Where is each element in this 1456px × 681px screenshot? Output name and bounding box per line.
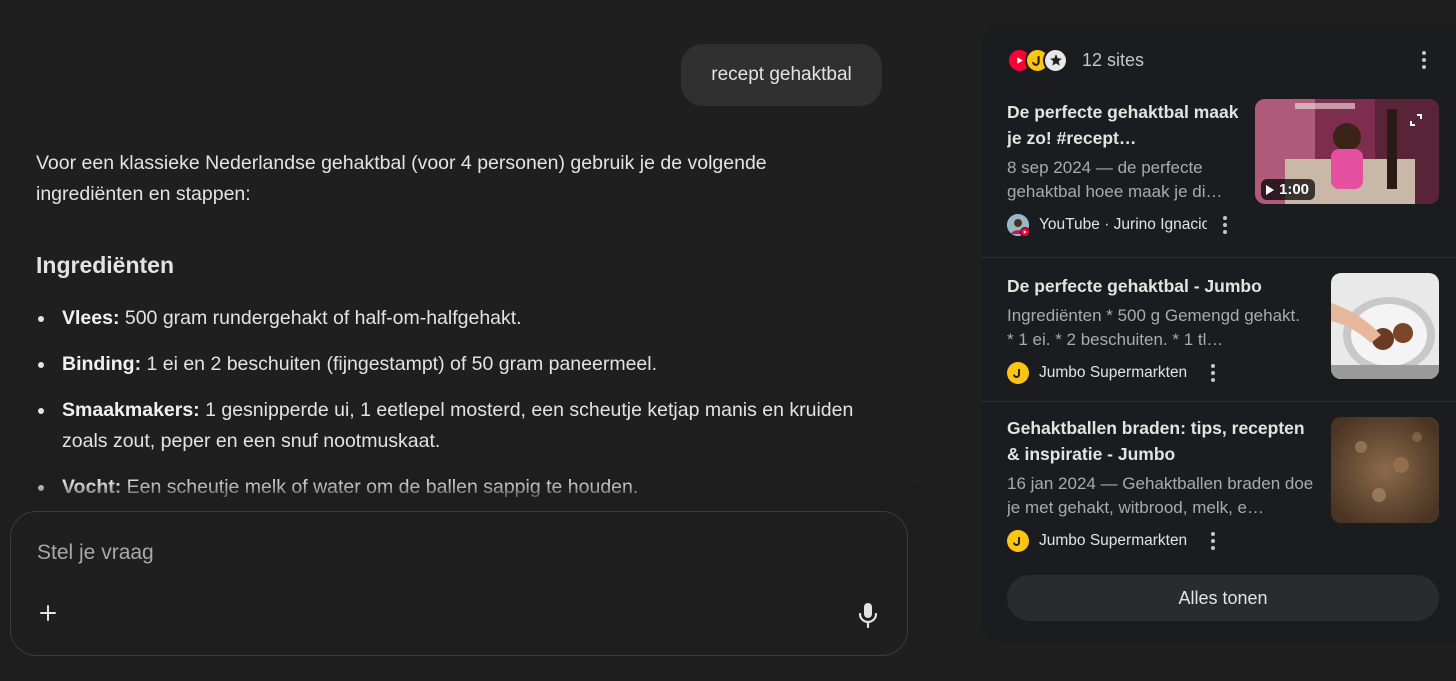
ingredient-text: 1 ei en 2 beschuiten (fijngestampt) of 5… <box>141 353 658 375</box>
more-options-icon[interactable] <box>1414 47 1434 73</box>
source-meta: Jumbo Supermarkten <box>1007 360 1307 386</box>
ingredient-text: 500 gram rundergehakt of half-om-halfgeh… <box>119 307 522 329</box>
answer-heading: Ingrediënten <box>36 252 175 278</box>
jumbo-icon <box>1007 530 1029 552</box>
favicon-stack <box>1007 47 1068 73</box>
prompt-composer[interactable]: Stel je vraag <box>10 511 908 656</box>
duration-text: 1:00 <box>1279 181 1310 198</box>
source-site: YouTube · Jurino Ignacio <box>1039 216 1207 233</box>
minced-meat-photo[interactable] <box>1331 417 1439 523</box>
ingredient-label: Vlees: <box>62 307 120 329</box>
source-menu-icon[interactable] <box>1217 214 1233 236</box>
source-card[interactable]: Gehaktballen braden: tips, recepten & in… <box>1007 415 1319 554</box>
user-message-bubble: recept gehaktbal <box>681 44 882 106</box>
ingredient-list: Vlees: 500 gram rundergehakt of half-om-… <box>36 303 866 503</box>
source-snippet: 16 jan 2024 — Gehaktballen braden doe je… <box>1007 474 1314 517</box>
source-title[interactable]: Gehaktballen braden: tips, recepten & in… <box>1007 415 1319 467</box>
sources-panel: 12 sites De perfecte gehaktbal maak je z… <box>981 23 1456 643</box>
ai-answer: Voor een klassieke Nederlandse gehaktbal… <box>36 148 866 518</box>
sites-count: 12 sites <box>1082 49 1145 70</box>
source-meta: Jumbo Supermarkten <box>1007 528 1319 554</box>
video-duration: 1:00 <box>1261 179 1316 200</box>
ingredient-item: Binding: 1 ei en 2 beschuiten (fijngesta… <box>36 349 866 380</box>
source-meta: YouTube · Jurino Ignacio <box>1007 212 1237 238</box>
ingredient-label: Vocht: <box>62 476 122 498</box>
star-icon <box>1043 47 1068 73</box>
ingredient-label: Binding: <box>62 353 142 375</box>
source-site: Jumbo Supermarkten <box>1039 364 1188 381</box>
source-title[interactable]: De perfecte gehaktbal maak je zo! #recep… <box>1007 99 1239 151</box>
source-card[interactable]: De perfecte gehaktbal maak je zo! #recep… <box>1007 99 1239 238</box>
source-card[interactable]: De perfecte gehaktbal - Jumbo Ingrediënt… <box>1007 273 1307 386</box>
microphone-icon[interactable] <box>853 600 883 630</box>
ingredient-item: Smaakmakers: 1 gesnipperde ui, 1 eetlepe… <box>36 395 866 457</box>
sources-header[interactable]: 12 sites <box>1007 45 1144 75</box>
show-all-button[interactable]: Alles tonen <box>1007 575 1439 621</box>
ingredient-item: Vlees: 500 gram rundergehakt of half-om-… <box>36 303 866 334</box>
source-title[interactable]: De perfecte gehaktbal - Jumbo <box>1007 273 1307 299</box>
divider <box>981 257 1456 258</box>
expand-icon[interactable] <box>1409 113 1423 132</box>
source-snippet: 8 sep 2024 — de perfecte gehaktbal hoee … <box>1007 158 1223 201</box>
answer-intro: Voor een klassieke Nederlandse gehaktbal… <box>36 152 767 205</box>
meatball-pan-photo[interactable] <box>1331 273 1439 379</box>
source-menu-icon[interactable] <box>1205 530 1221 552</box>
divider <box>981 401 1456 402</box>
channel-avatar <box>1007 214 1029 236</box>
plus-icon[interactable] <box>35 600 61 626</box>
ingredient-label: Smaakmakers: <box>62 399 200 421</box>
user-message-text: recept gehaktbal <box>711 64 852 85</box>
prompt-input[interactable]: Stel je vraag <box>37 541 154 565</box>
ingredient-text: Een scheutje melk of water om de ballen … <box>121 476 639 498</box>
show-all-label: Alles tonen <box>1178 587 1268 608</box>
source-menu-icon[interactable] <box>1205 362 1221 384</box>
source-site: Jumbo Supermarkten <box>1039 532 1188 549</box>
source-snippet: Ingrediënten * 500 g Gemengd gehakt. * 1… <box>1007 306 1300 349</box>
video-thumbnail[interactable]: 1:00 <box>1255 99 1439 204</box>
jumbo-icon <box>1007 362 1029 384</box>
ingredient-item: Vocht: Een scheutje melk of water om de … <box>36 472 866 503</box>
